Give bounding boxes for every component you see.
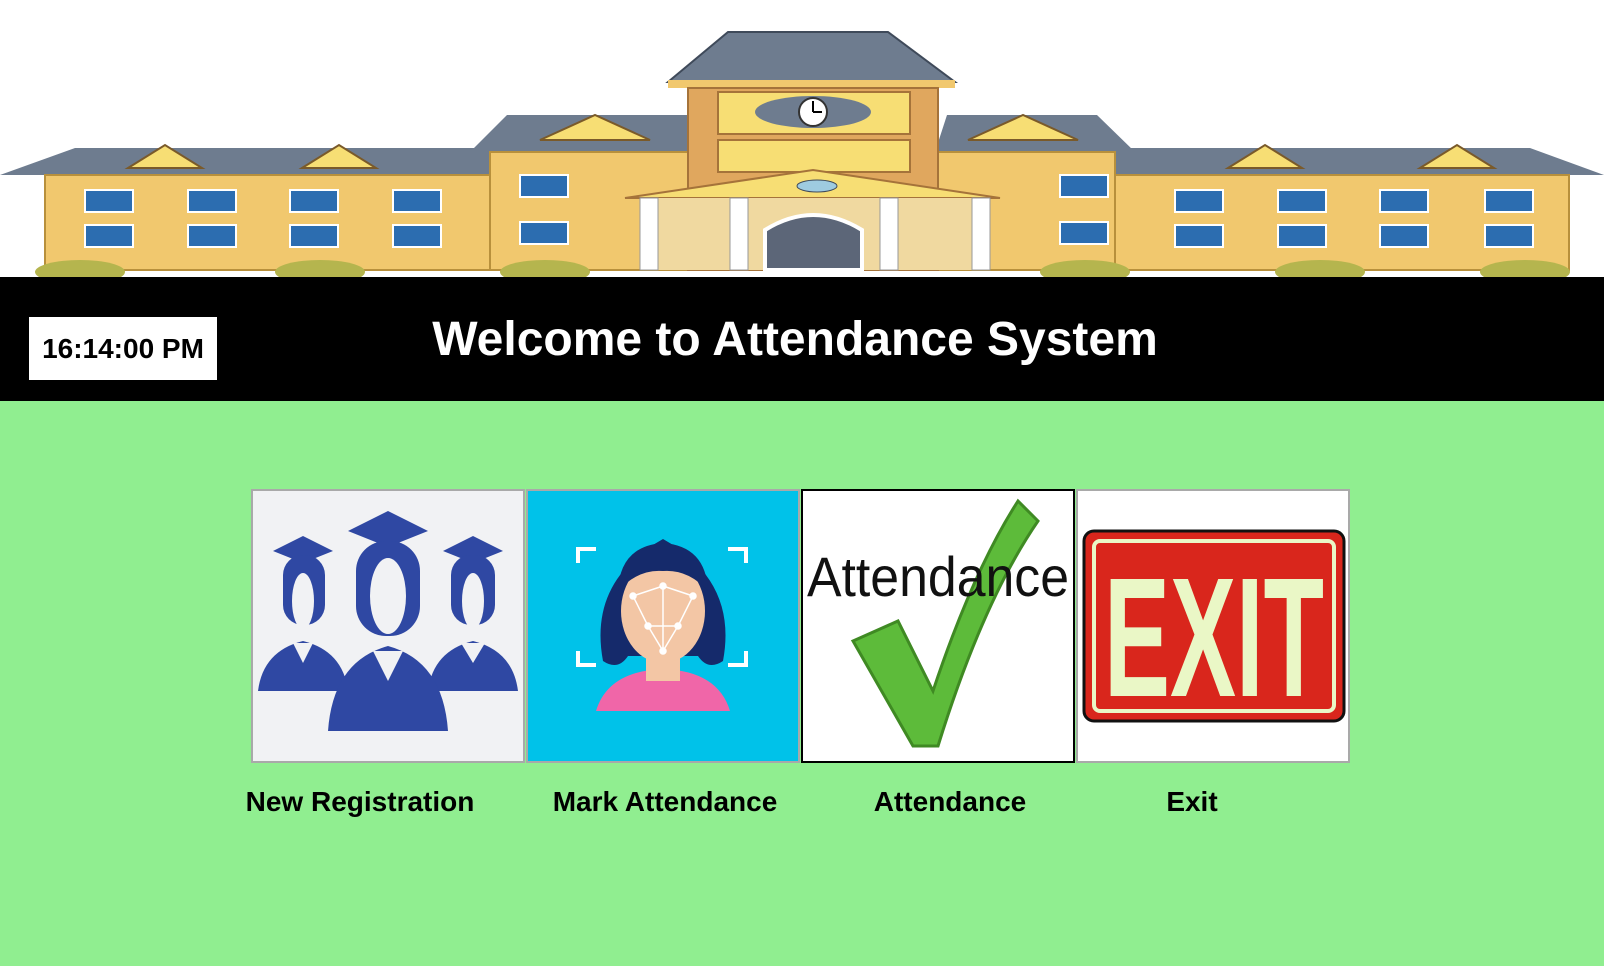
exit-sign-icon: EXIT	[1082, 529, 1346, 733]
page-title: Welcome to Attendance System	[432, 313, 1158, 366]
exit-image-text: EXIT	[1104, 543, 1324, 733]
attendance-caption[interactable]: Attendance	[810, 784, 1090, 820]
graduates-group-icon	[258, 511, 518, 731]
attendance-checkmark-icon: Attendance	[807, 498, 1069, 748]
mark-attendance-caption[interactable]: Mark Attendance	[525, 784, 805, 820]
new-registration-caption[interactable]: New Registration	[220, 784, 500, 820]
clock-label: 16:14:00 PM	[29, 317, 217, 380]
mark-attendance-button[interactable]	[526, 489, 800, 763]
exit-button[interactable]: EXIT	[1076, 489, 1350, 763]
face-recognition-icon	[576, 539, 748, 711]
exit-caption[interactable]: Exit	[1052, 784, 1332, 820]
new-registration-button[interactable]	[251, 489, 525, 763]
attendance-button[interactable]: Attendance	[801, 489, 1075, 763]
school-building-illustration	[0, 31, 1604, 277]
attendance-image-text: Attendance	[807, 545, 1069, 608]
app-window: 16:14:00 PM Welcome to Attendance System	[0, 0, 1604, 966]
school-building-banner	[0, 0, 1604, 277]
